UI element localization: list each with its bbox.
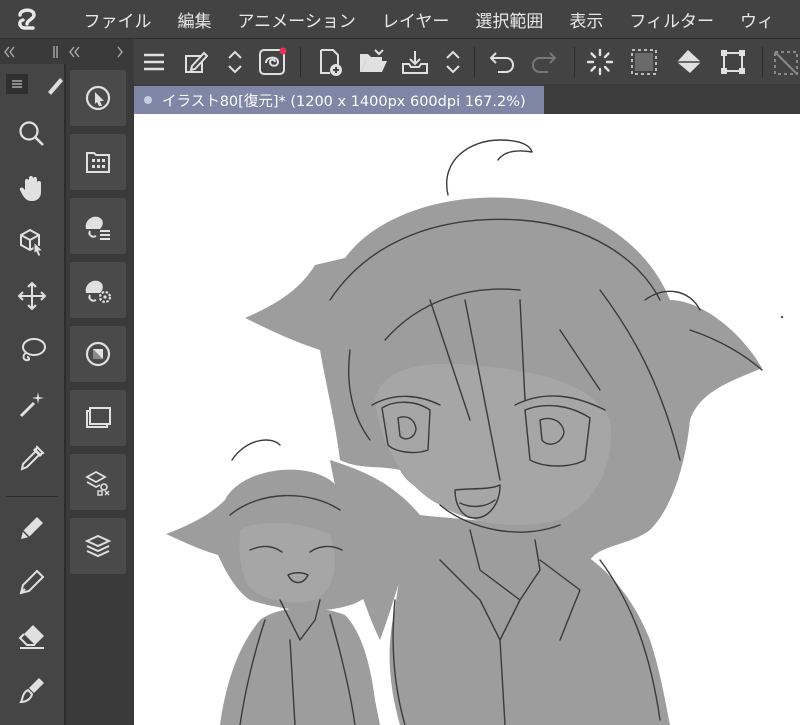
new-canvas-icon[interactable] [312,43,348,81]
material-icon[interactable] [70,134,126,190]
clip-studio-logo-icon[interactable] [0,0,54,38]
menu-filter[interactable]: フィルター [629,7,714,32]
pen-icon[interactable] [8,505,56,551]
clear-selection-icon[interactable] [626,43,662,81]
move-icon[interactable] [8,273,56,319]
fill-icon[interactable] [670,43,708,81]
collapse-arrows-icon[interactable] [0,39,134,65]
menu-icon[interactable] [138,43,170,81]
document-tab-title: イラスト80[復元]* (1200 x 1400px 600dpi 167.2%… [162,93,526,110]
tab-status-dot [144,96,152,104]
palette-menu-icon[interactable] [6,74,28,94]
layers-icon[interactable] [70,518,126,574]
tool-property-icon[interactable] [70,198,126,254]
eraser-icon[interactable] [8,613,56,659]
tool-palette [0,64,66,725]
undo-icon[interactable] [484,43,520,81]
up-down-icon[interactable] [438,43,468,81]
pencil-icon[interactable] [8,559,56,605]
lasso-icon[interactable] [8,327,56,373]
panel-icon-column [66,64,134,725]
edit-layer-icon[interactable] [178,43,214,81]
sub-tool-detail-icon[interactable] [70,262,126,318]
canvas-artwork [166,139,784,725]
menu-view[interactable]: 表示 [569,7,603,32]
zoom-icon[interactable] [8,111,56,157]
layer-search-icon[interactable] [70,454,126,510]
document-tab[interactable]: イラスト80[復元]* (1200 x 1400px 600dpi 167.2%… [134,86,544,114]
menu-layer[interactable]: レイヤー [382,7,450,32]
eyedropper-icon[interactable] [8,435,56,481]
transform-icon[interactable] [714,43,752,81]
tool-palette-header [0,72,64,96]
brush-icon[interactable] [8,667,56,713]
hand-icon[interactable] [8,165,56,211]
cloud-sync-icon[interactable] [254,43,290,81]
selection-launcher-icon[interactable] [770,43,800,81]
menu-window[interactable]: ウィ [740,7,774,32]
save-icon[interactable] [396,43,434,81]
color-icon[interactable] [70,326,126,382]
pen-small-icon[interactable] [44,72,64,96]
panel-collapse-bar [0,39,134,65]
open-folder-icon[interactable] [354,43,392,81]
layer-property-icon[interactable] [70,390,126,446]
menu-bar: ファイル 編集 アニメーション レイヤー 選択範囲 表示 フィルター ウィ [0,0,800,38]
menu-animation[interactable]: アニメーション [238,7,356,32]
loading-icon[interactable] [582,43,618,81]
navigator-icon[interactable] [70,70,126,126]
menu-selection[interactable]: 選択範囲 [475,7,543,32]
document-tab-bar: イラスト80[復元]* (1200 x 1400px 600dpi 167.2%… [134,84,800,114]
operation-icon[interactable] [8,219,56,265]
menu-file[interactable]: ファイル [84,7,152,32]
up-down-icon[interactable] [220,43,250,81]
menu-edit[interactable]: 編集 [178,7,212,32]
redo-icon [526,43,562,81]
magic-wand-icon[interactable] [8,381,56,427]
drawing-canvas[interactable] [134,114,800,725]
